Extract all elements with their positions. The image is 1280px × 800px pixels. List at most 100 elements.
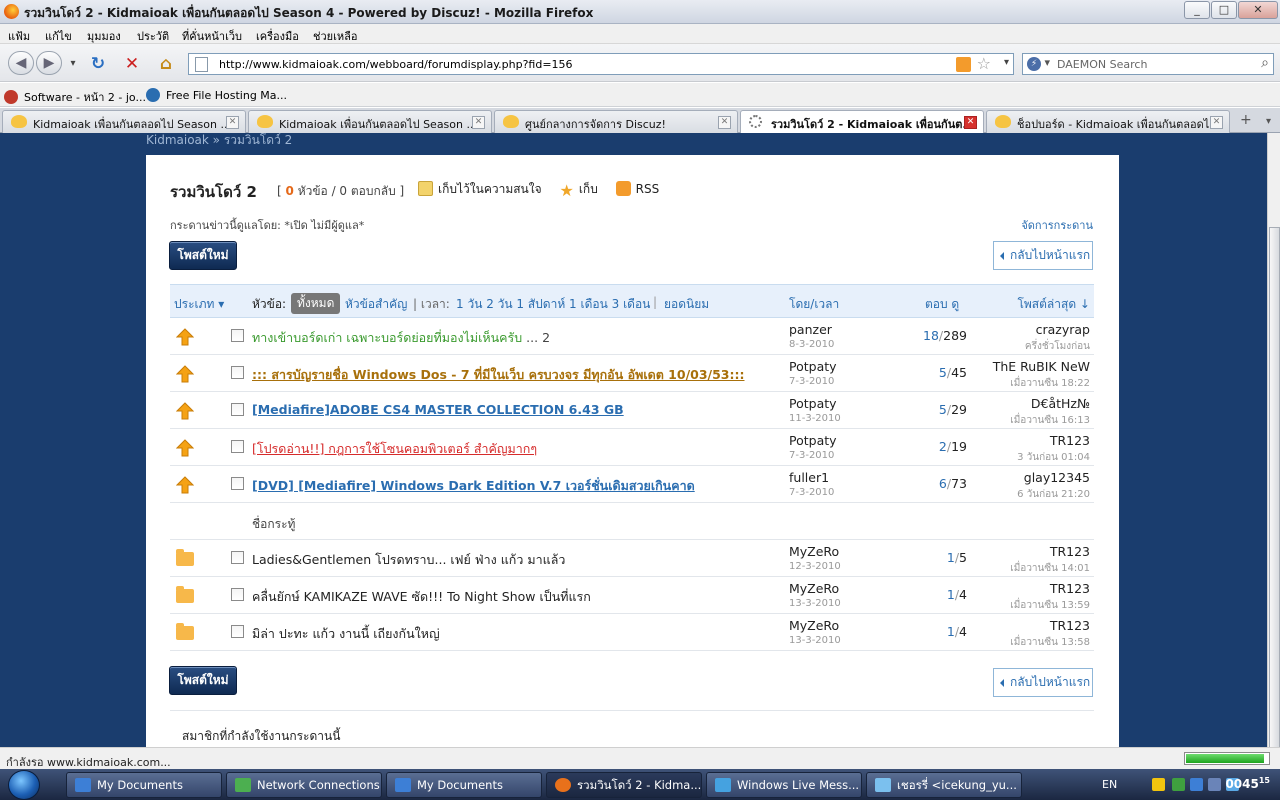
history-dropdown-icon[interactable]: ▾ — [62, 53, 84, 75]
topic-pages[interactable]: ... 2 — [526, 330, 550, 345]
topic-link[interactable]: Ladies&Gentlemen โปรดทราบ... เฟย์ ฟ่าง แ… — [252, 550, 565, 570]
tab[interactable]: Kidmaioak เพื่อนกันตลอดไป Season ... ✕ — [248, 110, 492, 133]
post-new-button[interactable]: โพสต์ใหม่ — [169, 241, 237, 270]
tab-active[interactable]: รวมวินโดว์ 2 - Kidmaioak เพื่อนกันต... ✕ — [740, 110, 984, 134]
topic-checkbox[interactable] — [231, 551, 244, 564]
topic-checkbox[interactable] — [231, 477, 244, 490]
topic-author[interactable]: fuller1 — [789, 470, 829, 485]
bookmark-item[interactable]: Software - หน้า 2 - jo... — [4, 88, 146, 106]
topic-link[interactable]: ::: สารบัญรายชื่อ Windows Dos - 7 ที่มีใ… — [252, 365, 745, 385]
last-post-user[interactable]: crazyrap — [1036, 322, 1090, 337]
taskbar-item[interactable]: Network Connections — [226, 772, 382, 798]
topic-author[interactable]: MyZeRo — [789, 544, 839, 559]
taskbar-item[interactable]: เชอรรี่ <icekung_yu... — [866, 772, 1022, 798]
security-shield-icon[interactable] — [1152, 778, 1165, 791]
start-button[interactable] — [8, 770, 40, 800]
maximize-button[interactable]: □ — [1211, 1, 1237, 19]
topic-link[interactable]: [DVD] [Mediafire] Windows Dark Edition V… — [252, 476, 695, 496]
post-new-button-bottom[interactable]: โพสต์ใหม่ — [169, 666, 237, 695]
topic-link[interactable]: มิล่า ปะทะ แก้ว งานนี้ เถียงกันใหญ่ — [252, 624, 440, 644]
network-tray-icon[interactable] — [1190, 778, 1203, 791]
time-filters[interactable]: 1 วัน 2 วัน 1 สัปดาห์ 1 เดือน 3 เดือน — [456, 295, 650, 314]
topic-link[interactable]: คลื่นยักษ์ KAMIKAZE WAVE ซัด!!! To Night… — [252, 587, 591, 607]
display-icon[interactable] — [1208, 778, 1221, 791]
topic-checkbox[interactable] — [231, 625, 244, 638]
last-post-user[interactable]: TR123 — [1050, 544, 1090, 559]
tab[interactable]: Kidmaioak เพื่อนกันตลอดไป Season ... ✕ — [2, 110, 246, 133]
back-home-button-bottom[interactable]: กลับไปหน้าแรก — [993, 668, 1093, 697]
tab[interactable]: ช็อปบอร์ด - Kidmaioak เพื่อนกันตลอดไ... … — [986, 110, 1230, 133]
topic-checkbox[interactable] — [231, 440, 244, 453]
topic-checkbox[interactable] — [231, 366, 244, 379]
search-icon[interactable]: ⌕ — [1261, 55, 1269, 71]
last-post-header[interactable]: โพสต์ล่าสุด ↓ — [1017, 295, 1090, 314]
filter-popular[interactable]: ยอดนิยม — [664, 295, 709, 314]
address-bar[interactable]: http://www.kidmaioak.com/webboard/forumd… — [188, 53, 1014, 75]
topic-author[interactable]: Potpaty — [789, 433, 837, 448]
menu-edit[interactable]: แก้ไข — [45, 27, 72, 45]
rss-feed-icon[interactable] — [956, 57, 971, 72]
bookmark-item[interactable]: Free File Hosting Ma... — [146, 88, 287, 102]
menu-help[interactable]: ช่วยเหลือ — [313, 27, 357, 45]
last-post-time[interactable]: เมื่อวานซืน 16:13 — [1010, 413, 1090, 428]
keep-forum-link[interactable]: ★ เก็บ — [559, 181, 597, 200]
tab-close-icon[interactable]: ✕ — [472, 116, 485, 129]
topic-checkbox[interactable] — [231, 588, 244, 601]
type-filter[interactable]: ประเภท ▾ — [174, 295, 224, 314]
bookmark-star-icon[interactable]: ☆ — [977, 54, 991, 73]
volume-icon[interactable] — [1172, 778, 1185, 791]
last-post-time[interactable]: เมื่อวานซืน 13:58 — [1010, 635, 1090, 650]
filter-all[interactable]: ทั้งหมด — [291, 293, 341, 314]
topic-checkbox[interactable] — [231, 403, 244, 416]
topic-author[interactable]: MyZeRo — [789, 581, 839, 596]
tab[interactable]: ศูนย์กลางการจัดการ Discuz! ✕ — [494, 110, 738, 133]
manage-forum-link[interactable]: จัดการกระดาน — [1021, 216, 1093, 234]
last-post-time[interactable]: เมื่อวานซืน 13:59 — [1010, 598, 1090, 613]
topic-link[interactable]: [โปรดอ่าน!!] กฎการใช้โซนคอมพิวเตอร์ สำคั… — [252, 439, 537, 459]
search-bar[interactable]: ⚡ ▾ DAEMON Search ⌕ — [1022, 53, 1274, 75]
topic-author[interactable]: Potpaty — [789, 396, 837, 411]
taskbar-item-active[interactable]: รวมวินโดว์ 2 - Kidma... — [546, 772, 702, 798]
tab-close-icon[interactable]: ✕ — [718, 116, 731, 129]
scrollbar-thumb[interactable] — [1269, 227, 1280, 759]
tab-close-icon[interactable]: ✕ — [226, 116, 239, 129]
menu-bookmarks[interactable]: ที่คั่นหน้าเว็บ — [182, 27, 242, 45]
last-post-user[interactable]: D€åtHz№ — [1031, 396, 1090, 411]
rss-link[interactable]: RSS — [615, 181, 659, 196]
stop-icon[interactable]: ✕ — [121, 53, 143, 75]
home-icon[interactable]: ⌂ — [155, 53, 177, 75]
url-text[interactable]: http://www.kidmaioak.com/webboard/forumd… — [219, 58, 573, 71]
menu-history[interactable]: ประวัติ — [137, 27, 169, 45]
last-post-time[interactable]: ครึ่งชั่วโมงก่อน — [1025, 339, 1090, 354]
last-post-time[interactable]: เมื่อวานซืน 14:01 — [1010, 561, 1090, 576]
minimize-button[interactable]: _ — [1184, 1, 1210, 19]
last-post-user[interactable]: glay12345 — [1024, 470, 1090, 485]
taskbar-item[interactable]: My Documents — [386, 772, 542, 798]
forward-button[interactable]: ▶ — [36, 51, 62, 75]
new-tab-icon[interactable]: + — [1240, 112, 1252, 128]
last-post-user[interactable]: TR123 — [1050, 618, 1090, 633]
menu-file[interactable]: แฟ้ม — [8, 27, 30, 45]
reload-icon[interactable]: ↻ — [87, 53, 109, 75]
topic-author[interactable]: MyZeRo — [789, 618, 839, 633]
last-post-user[interactable]: TR123 — [1050, 433, 1090, 448]
topic-link[interactable]: ทางเข้าบอร์ดเก่า เฉพาะบอร์ดย่อยที่มองไม่… — [252, 328, 550, 348]
close-button[interactable]: ✕ — [1238, 1, 1278, 19]
taskbar-item[interactable]: My Documents — [66, 772, 222, 798]
taskbar-item[interactable]: Windows Live Mess... — [706, 772, 862, 798]
language-indicator[interactable]: EN — [1102, 778, 1117, 791]
last-post-time[interactable]: เมื่อวานซืน 18:22 — [1010, 376, 1090, 391]
back-home-button[interactable]: กลับไปหน้าแรก — [993, 241, 1093, 270]
back-button[interactable]: ◀ — [8, 51, 34, 75]
last-post-time[interactable]: 6 วันก่อน 21:20 — [1017, 487, 1090, 502]
menu-tools[interactable]: เครื่องมือ — [256, 27, 299, 45]
last-post-user[interactable]: ThE RuBIK NeW — [993, 359, 1090, 374]
search-engine-selector[interactable]: ⚡ ▾ — [1027, 56, 1055, 72]
tab-close-icon[interactable]: ✕ — [1210, 116, 1223, 129]
url-dropdown-icon[interactable]: ▾ — [1004, 57, 1009, 68]
tab-close-icon[interactable]: ✕ — [964, 116, 977, 129]
author-time-header[interactable]: โดย/เวลา — [789, 295, 839, 314]
topic-link[interactable]: [Mediafire]ADOBE CS4 MASTER COLLECTION 6… — [252, 402, 624, 417]
topic-author[interactable]: Potpaty — [789, 359, 837, 374]
tab-list-icon[interactable]: ▾ — [1266, 116, 1271, 127]
